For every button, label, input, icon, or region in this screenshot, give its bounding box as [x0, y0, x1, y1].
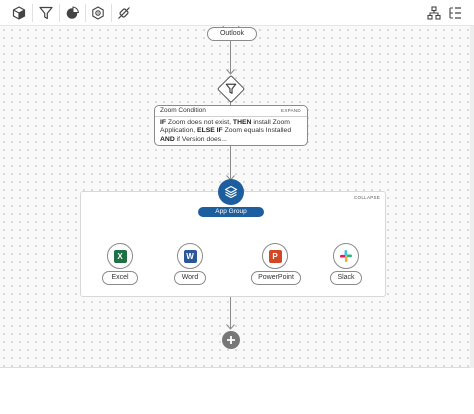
condition-title: Zoom Condition — [160, 107, 206, 114]
no-plugin-icon[interactable] — [115, 4, 133, 22]
arrow-down-icon — [226, 69, 235, 75]
collapse-button[interactable]: COLLAPSE — [354, 195, 380, 200]
app-label-powerpoint[interactable]: PowerPoint — [251, 271, 301, 285]
keyword-then: THEN — [232, 119, 252, 126]
app-label-word[interactable]: Word — [174, 271, 206, 285]
add-step-button[interactable] — [222, 331, 240, 349]
toolbar-divider — [32, 4, 33, 22]
settings-box-icon[interactable] — [89, 4, 107, 22]
outlook-node-label[interactable]: Outlook — [207, 27, 257, 41]
expand-button[interactable]: EXPAND — [281, 108, 301, 113]
cube-icon[interactable] — [10, 4, 28, 22]
toolbar-divider — [111, 4, 112, 22]
app-label-slack[interactable]: Slack — [330, 271, 362, 285]
list-tree-icon[interactable] — [446, 4, 464, 22]
keyword-else-if: ELSE IF — [197, 127, 223, 135]
layers-icon — [224, 185, 238, 199]
toolbar-divider — [59, 4, 60, 22]
condition-card-header: Zoom Condition EXPAND — [155, 106, 307, 117]
app-group-node[interactable] — [218, 179, 244, 205]
arrow-down-icon — [226, 324, 235, 330]
condition-card[interactable]: Zoom Condition EXPAND IF Zoom does not e… — [154, 105, 308, 146]
condition-text: Zoom equals Installed — [222, 127, 292, 135]
powerpoint-icon: P — [268, 249, 282, 263]
plus-icon — [227, 336, 235, 344]
hierarchy-icon[interactable] — [425, 4, 443, 22]
condition-description: IF Zoom does not exist, THEN install Zoo… — [155, 117, 307, 145]
keyword-and: AND — [160, 135, 175, 143]
app-node-slack[interactable] — [333, 243, 359, 269]
app-node-word[interactable]: W — [177, 243, 203, 269]
slack-icon — [340, 250, 352, 262]
filter-icon — [223, 81, 239, 97]
word-icon: W — [183, 249, 197, 263]
condition-text: Zoom does not exist, — [166, 119, 233, 126]
app-group-label[interactable]: App Group — [198, 207, 264, 217]
app-node-excel[interactable]: X — [107, 243, 133, 269]
toolbar-divider — [85, 4, 86, 22]
app-node-powerpoint[interactable]: P — [262, 243, 288, 269]
pie-chart-icon[interactable] — [63, 4, 81, 22]
canvas-scrollbar[interactable] — [470, 26, 474, 368]
excel-icon: X — [113, 249, 127, 263]
app-label-excel[interactable]: Excel — [102, 271, 138, 285]
filter-icon[interactable] — [37, 4, 55, 22]
toolbar — [0, 0, 474, 26]
condition-text: if Version does... — [174, 135, 227, 143]
